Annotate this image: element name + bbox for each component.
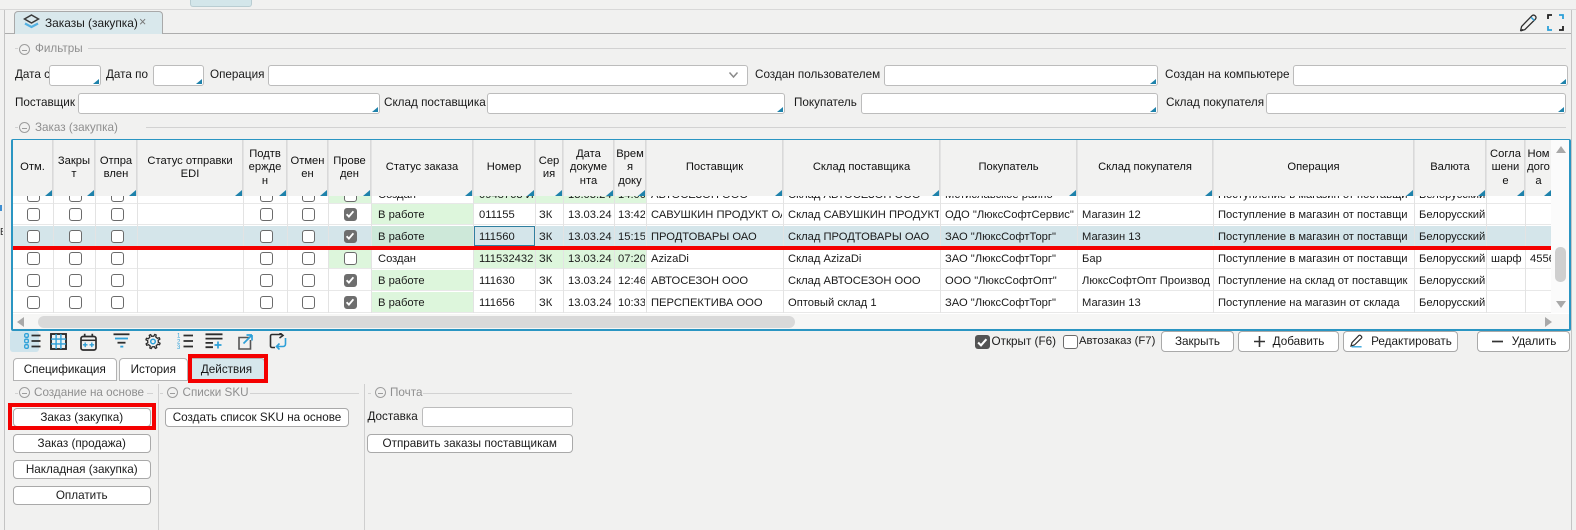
- svg-text:3: 3: [177, 345, 181, 349]
